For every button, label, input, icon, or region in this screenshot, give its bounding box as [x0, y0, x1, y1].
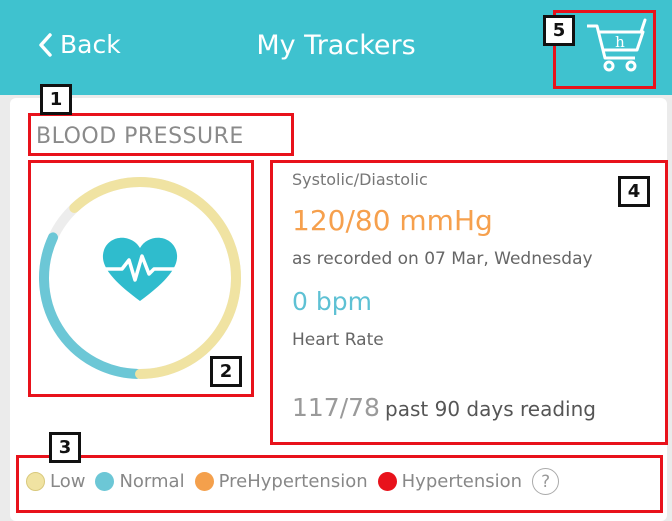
annotation-badge-5: 5 — [543, 15, 575, 46]
annotation-badge-3: 3 — [49, 432, 81, 463]
annotation-badge-2: 2 — [210, 356, 242, 387]
annotation-box-readings — [270, 160, 668, 445]
annotation-badge-4: 4 — [618, 176, 650, 207]
annotation-box-title — [28, 113, 294, 156]
annotation-badge-1: 1 — [40, 84, 72, 115]
annotation-box-legend — [16, 455, 663, 513]
